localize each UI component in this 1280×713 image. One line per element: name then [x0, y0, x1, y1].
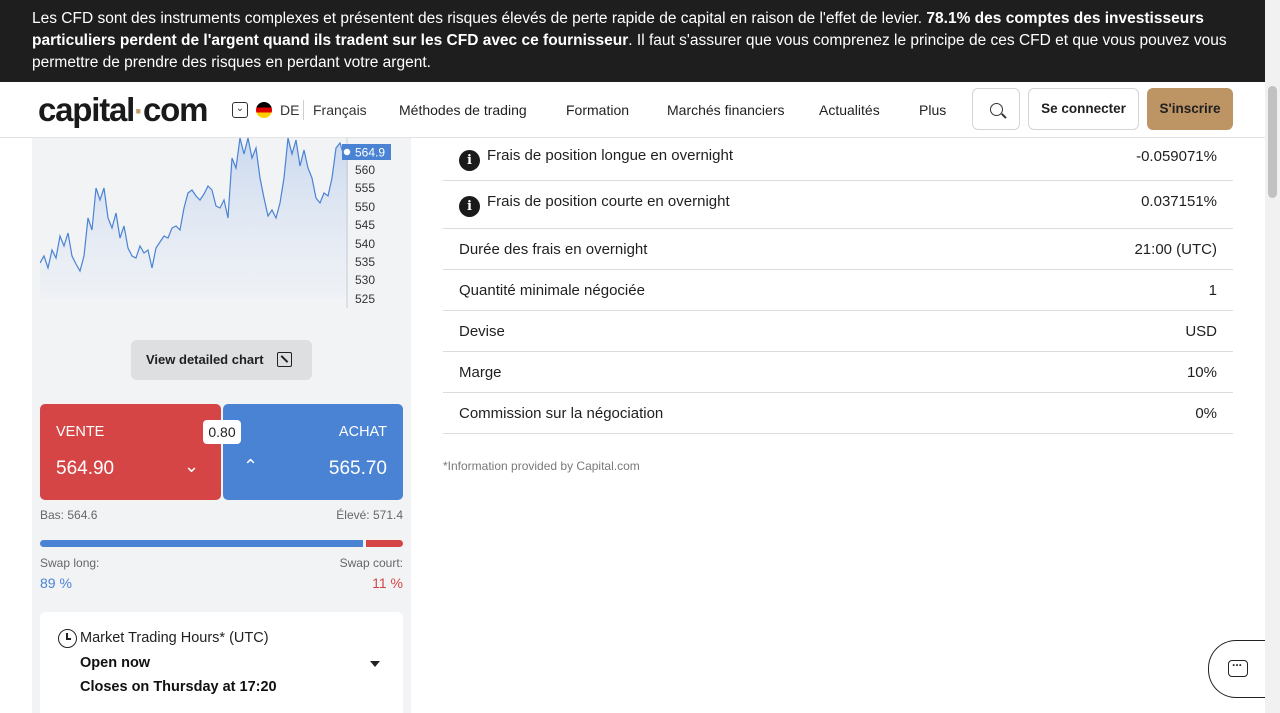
capital-com-logo[interactable]: capital·com	[38, 91, 208, 129]
swap-long-label: Swap long:	[40, 556, 100, 570]
detail-label: Durée des frais en overnight	[459, 240, 648, 258]
signup-button[interactable]: S'inscrire	[1147, 88, 1233, 130]
detail-value: 1	[1208, 281, 1217, 299]
buy-label: ACHAT	[338, 424, 387, 440]
site-header: capital·com ⌄ DE Français Méthodes de tr…	[0, 82, 1265, 138]
y-tick-550: 550	[355, 200, 375, 214]
chat-bubble-icon	[1228, 655, 1248, 677]
swap-short-value: 11 %	[372, 575, 403, 591]
nav-news[interactable]: Actualités	[819, 102, 880, 118]
detail-row-long-overnight: i Frais de position longue en overnight -…	[443, 138, 1233, 181]
current-price-tag: 564.9	[355, 146, 385, 160]
nav-markets[interactable]: Marchés financiers	[667, 102, 785, 118]
swap-long-value: 89 %	[40, 575, 72, 591]
detail-label: Frais de position longue en overnight	[487, 147, 733, 164]
y-tick-525: 525	[355, 292, 375, 306]
logo-dot: ·	[134, 95, 144, 128]
market-close-time: Closes on Thursday at 17:20	[80, 679, 277, 695]
y-tick-555: 555	[355, 181, 375, 195]
current-price-dot	[342, 147, 352, 157]
day-low: Bas: 564.6	[40, 508, 98, 522]
y-tick-540: 540	[355, 237, 375, 251]
market-status: Open now	[80, 655, 151, 671]
y-tick-530: 530	[355, 273, 375, 287]
detail-row-min-quantity: Quantité minimale négociée 1	[443, 270, 1233, 311]
chevron-up-icon: ⌃	[243, 456, 259, 476]
search-button[interactable]	[972, 88, 1020, 130]
detail-label-wrap: i Frais de position courte en overnight	[459, 193, 730, 217]
sell-price: 564.90	[56, 458, 115, 479]
risk-warning-banner: Les CFD sont des instruments complexes e…	[0, 0, 1265, 82]
y-tick-545: 545	[355, 218, 375, 232]
swap-short-label: Swap court:	[339, 556, 403, 570]
nav-more[interactable]: Plus	[919, 102, 946, 118]
nav-education[interactable]: Formation	[566, 102, 629, 118]
swap-short-fill	[366, 540, 403, 547]
search-icon-handle	[1001, 113, 1007, 119]
detail-label: Marge	[459, 363, 502, 381]
price-chart[interactable]: 564.9 560 555 550 545 540 535 530 525	[40, 138, 403, 313]
detail-value: -0.059071%	[1136, 147, 1217, 165]
buy-price: 565.70	[328, 458, 387, 479]
login-button[interactable]: Se connecter	[1028, 88, 1139, 130]
chat-button[interactable]	[1208, 640, 1268, 698]
detail-value: 10%	[1186, 363, 1217, 381]
view-detailed-chart-label: View detailed chart	[146, 352, 264, 367]
market-hours-title: Market Trading Hours* (UTC)	[80, 630, 269, 646]
day-high: Élevé: 571.4	[336, 508, 403, 522]
scrollbar-thumb[interactable]	[1268, 86, 1277, 198]
external-link-icon	[277, 352, 292, 367]
detail-row-margin: Marge 10%	[443, 352, 1233, 393]
buy-button[interactable]: ⌃ ACHAT 565.70	[223, 404, 403, 500]
trade-panel: 564.9 560 555 550 545 540 535 530 525 Vi…	[32, 138, 411, 713]
spread-badge: 0.80	[203, 420, 241, 444]
detail-value: 0%	[1195, 404, 1217, 422]
detail-label: Devise	[459, 322, 505, 340]
detail-label: Frais de position courte en overnight	[487, 192, 730, 210]
detail-row-commission: Commission sur la négociation 0%	[443, 393, 1233, 434]
view-detailed-chart-button[interactable]: View detailed chart	[131, 340, 312, 380]
nav-trading-methods[interactable]: Méthodes de trading	[399, 102, 527, 118]
info-icon[interactable]: i	[459, 150, 480, 171]
sell-button[interactable]: VENTE 564.90 ⌄	[40, 404, 221, 500]
chevron-down-icon: ⌄	[184, 456, 200, 476]
swap-ratio-bar	[40, 540, 403, 547]
detail-row-overnight-time: Durée des frais en overnight 21:00 (UTC)	[443, 229, 1233, 270]
market-hours-card[interactable]: Market Trading Hours* (UTC) Open now Clo…	[40, 612, 403, 713]
detail-value: 0.037151%	[1141, 193, 1217, 210]
detail-row-short-overnight: i Frais de position courte en overnight 0…	[443, 181, 1233, 229]
language-divider	[303, 100, 304, 120]
logo-text-left: capital	[38, 91, 135, 128]
germany-flag-icon[interactable]	[256, 102, 272, 118]
detail-label: Commission sur la négociation	[459, 404, 664, 422]
clock-icon	[58, 629, 77, 648]
instrument-details-table: i Frais de position longue en overnight -…	[443, 138, 1233, 434]
y-tick-560: 560	[355, 163, 375, 177]
detail-label: Quantité minimale négociée	[459, 281, 645, 299]
logo-text-right: com	[142, 91, 208, 128]
detail-row-currency: Devise USD	[443, 311, 1233, 352]
detail-value: USD	[1185, 322, 1217, 340]
sell-label: VENTE	[56, 424, 105, 440]
page-scrollbar[interactable]	[1265, 0, 1280, 713]
caret-down-icon[interactable]	[370, 661, 380, 667]
price-chart-area	[40, 138, 348, 298]
swap-long-fill	[40, 540, 364, 547]
language-selector[interactable]: Français	[313, 102, 367, 118]
detail-value: 21:00 (UTC)	[1134, 240, 1217, 258]
y-tick-535: 535	[355, 255, 375, 269]
country-code[interactable]: DE	[280, 102, 299, 118]
risk-text-intro: Les CFD sont des instruments complexes e…	[32, 10, 927, 27]
data-source-footnote: *Information provided by Capital.com	[443, 459, 640, 473]
detail-label-wrap: i Frais de position longue en overnight	[459, 147, 733, 171]
info-icon[interactable]: i	[459, 195, 480, 217]
language-chevron-down-icon[interactable]: ⌄	[232, 102, 248, 118]
